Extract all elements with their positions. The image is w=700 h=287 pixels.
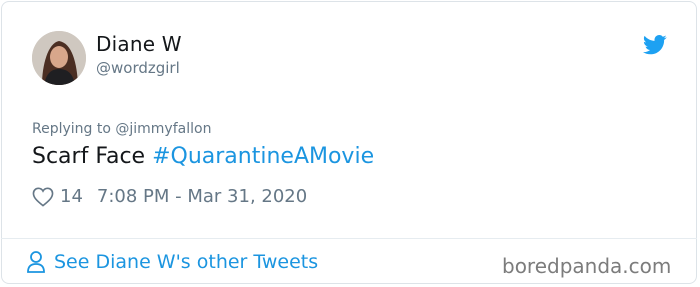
see-other-tweets-label: See Diane W's other Tweets xyxy=(54,251,319,273)
twitter-bird-icon[interactable] xyxy=(643,34,667,56)
watermark: boredpanda.com xyxy=(502,254,672,278)
heart-icon[interactable] xyxy=(32,187,54,207)
tweet-body: Scarf Face xyxy=(32,144,146,169)
author-avatar[interactable] xyxy=(32,31,86,85)
tweet-meta: 14 7:08 PM - Mar 31, 2020 xyxy=(32,186,307,207)
divider xyxy=(1,238,697,239)
like-count[interactable]: 14 xyxy=(60,186,83,207)
author-name[interactable]: Diane W xyxy=(96,32,182,56)
replying-to: Replying to @jimmyfallon xyxy=(32,121,212,137)
tweet-text: Scarf Face #QuarantineAMovie xyxy=(32,144,374,169)
person-icon xyxy=(27,251,45,273)
hashtag-link[interactable]: #QuarantineAMovie xyxy=(152,144,374,169)
author-handle[interactable]: @wordzgirl xyxy=(96,59,180,77)
see-other-tweets-link[interactable]: See Diane W's other Tweets xyxy=(26,250,318,274)
tweet-timestamp[interactable]: 7:08 PM - Mar 31, 2020 xyxy=(97,186,307,207)
